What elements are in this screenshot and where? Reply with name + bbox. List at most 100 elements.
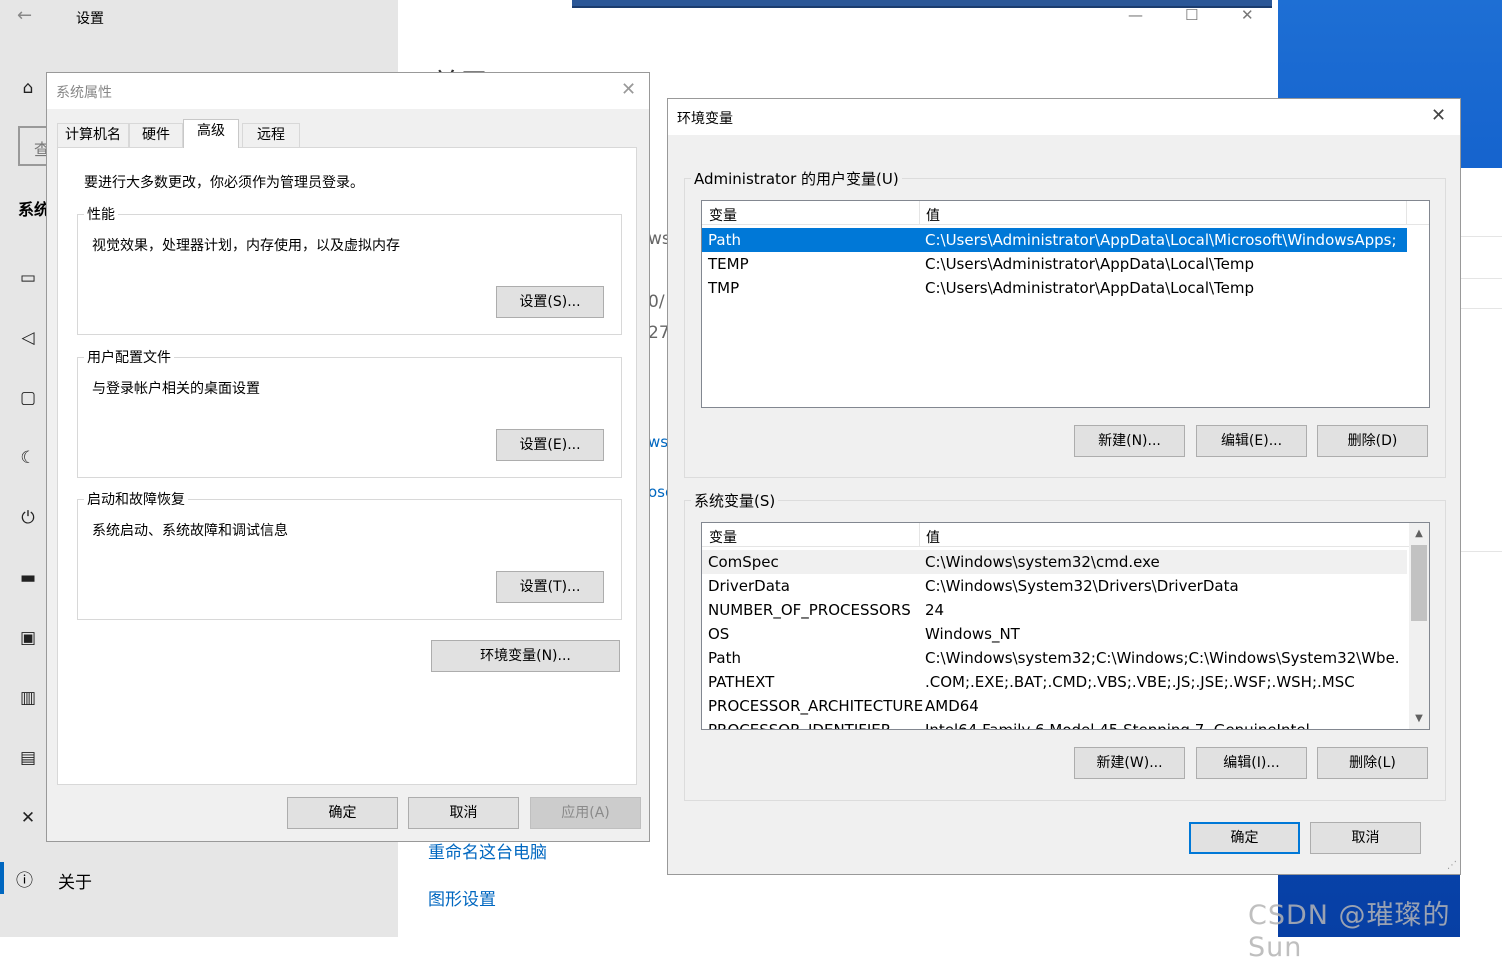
- performance-settings-button[interactable]: 设置(S)...: [496, 286, 604, 318]
- environment-variables-button[interactable]: 环境变量(N)...: [431, 640, 620, 672]
- variable-name: PROCESSOR_ARCHITECTURE: [708, 697, 924, 715]
- admin-note: 要进行大多数更改，你必须作为管理员登录。: [84, 175, 364, 191]
- user-new-button[interactable]: 新建(N)...: [1074, 425, 1185, 457]
- system-delete-button[interactable]: 删除(L): [1317, 747, 1428, 779]
- column-header-variable[interactable]: 变量: [709, 205, 737, 225]
- vertical-scrollbar[interactable]: ▲ ▼: [1409, 523, 1429, 729]
- tab-advanced[interactable]: 高级: [183, 119, 239, 148]
- tablet-icon[interactable]: ▣: [16, 626, 40, 650]
- variable-value: .COM;.EXE;.BAT;.CMD;.VBS;.VBE;.JS;.JSE;.…: [925, 673, 1355, 691]
- settings-search-input[interactable]: 查: [18, 126, 50, 166]
- column-header-variable[interactable]: 变量: [709, 527, 737, 547]
- display-icon[interactable]: ▭: [16, 266, 40, 290]
- column-divider[interactable]: [919, 523, 920, 547]
- group-label: 用户配置文件: [84, 347, 174, 367]
- shared-experiences-icon[interactable]: ✕: [16, 806, 40, 830]
- system-edit-button[interactable]: 编辑(I)...: [1196, 747, 1307, 779]
- link-fragment[interactable]: ws: [648, 433, 668, 451]
- column-divider[interactable]: [1406, 201, 1407, 225]
- multitasking-icon[interactable]: ▥: [16, 686, 40, 710]
- text-fragment: 0/: [648, 292, 665, 312]
- table-row[interactable]: PROCESSOR_IDENTIFIER Intel64 Family 6 Mo…: [702, 718, 1407, 730]
- table-row[interactable]: PATHEXT .COM;.EXE;.BAT;.CMD;.VBS;.VBE;.J…: [702, 670, 1407, 694]
- system-variables-group: 系统变量(S) 变量 值 ComSpec C:\Windows\system32…: [684, 490, 1446, 801]
- variable-name: ComSpec: [708, 553, 779, 571]
- selected-indicator: [0, 862, 4, 894]
- watermark: CSDN @璀璨的Sun: [1248, 900, 1451, 963]
- table-row[interactable]: OS Windows_NT: [702, 622, 1407, 646]
- advanced-tab-panel: 要进行大多数更改，你必须作为管理员登录。 性能 视觉效果，处理器计划，内存使用，…: [57, 147, 637, 785]
- ok-button[interactable]: 确定: [287, 797, 398, 829]
- variable-name: OS: [708, 625, 730, 643]
- list-header: 变量 值: [702, 201, 1429, 225]
- sidebar-item-about[interactable]: ⓘ 关于: [0, 862, 398, 894]
- column-header-value[interactable]: 值: [926, 527, 940, 547]
- storage-icon[interactable]: ▬: [16, 566, 40, 590]
- user-variables-group: Administrator 的用户变量(U) 变量 值 Path C:\User…: [684, 168, 1446, 478]
- variable-name: TMP: [708, 279, 740, 297]
- cancel-button[interactable]: 取消: [1310, 822, 1421, 854]
- close-icon[interactable]: ✕: [1431, 105, 1446, 126]
- table-row[interactable]: Path C:\Windows\system32;C:\Windows;C:\W…: [702, 646, 1407, 670]
- notifications-icon[interactable]: ▢: [16, 386, 40, 410]
- variable-value: 24: [925, 601, 945, 619]
- table-row[interactable]: NUMBER_OF_PROCESSORS 24: [702, 598, 1407, 622]
- dialog-title: 环境变量: [677, 111, 733, 127]
- user-profiles-settings-button[interactable]: 设置(E)...: [496, 429, 604, 461]
- tab-computer-name[interactable]: 计算机名: [57, 123, 129, 147]
- group-description: 与登录帐户相关的桌面设置: [92, 381, 260, 397]
- sound-icon[interactable]: ◁: [16, 326, 40, 350]
- scrollbar-thumb[interactable]: [1411, 545, 1427, 621]
- group-description: 视觉效果，处理器计划，内存使用，以及虚拟内存: [92, 238, 400, 254]
- table-row[interactable]: DriverData C:\Windows\System32\Drivers\D…: [702, 574, 1407, 598]
- performance-group: 性能 视觉效果，处理器计划，内存使用，以及虚拟内存 设置(S)...: [77, 204, 622, 335]
- settings-titlebar: ← 设置: [0, 0, 398, 36]
- variable-name: TEMP: [708, 255, 749, 273]
- table-row[interactable]: TEMP C:\Users\Administrator\AppData\Loca…: [702, 252, 1407, 276]
- column-divider[interactable]: [919, 201, 920, 225]
- variable-value: Windows_NT: [925, 625, 1020, 643]
- back-arrow-icon[interactable]: ←: [17, 5, 32, 26]
- resize-grip-icon[interactable]: ⋰: [1447, 860, 1457, 871]
- tab-remote[interactable]: 远程: [242, 123, 300, 147]
- user-edit-button[interactable]: 编辑(E)...: [1196, 425, 1307, 457]
- power-icon[interactable]: ⏻: [16, 506, 40, 530]
- scroll-down-icon[interactable]: ▼: [1409, 710, 1429, 727]
- maximize-icon[interactable]: ☐: [1185, 6, 1198, 24]
- projecting-icon[interactable]: ▤: [16, 746, 40, 770]
- column-header-value[interactable]: 值: [926, 205, 940, 225]
- table-row[interactable]: TMP C:\Users\Administrator\AppData\Local…: [702, 276, 1407, 300]
- variable-name: NUMBER_OF_PROCESSORS: [708, 601, 911, 619]
- minimize-icon[interactable]: —: [1128, 6, 1143, 24]
- variable-name: PROCESSOR_IDENTIFIER: [708, 721, 892, 730]
- startup-recovery-settings-button[interactable]: 设置(T)...: [496, 571, 604, 603]
- environment-variables-dialog: 环境变量 ✕ Administrator 的用户变量(U) 变量 值 Path …: [667, 98, 1461, 875]
- variable-value: C:\Windows\system32\cmd.exe: [925, 553, 1160, 571]
- scroll-up-icon[interactable]: ▲: [1409, 525, 1429, 542]
- variable-value: C:\Users\Administrator\AppData\Local\Mic…: [925, 231, 1397, 249]
- focus-assist-icon[interactable]: ☾: [16, 446, 40, 470]
- ok-button[interactable]: 确定: [1189, 822, 1300, 854]
- variable-name: DriverData: [708, 577, 790, 595]
- info-icon: ⓘ: [16, 871, 33, 891]
- system-variables-list[interactable]: 变量 值 ComSpec C:\Windows\system32\cmd.exe…: [701, 522, 1430, 730]
- startup-recovery-group: 启动和故障恢复 系统启动、系统故障和调试信息 设置(T)...: [77, 489, 622, 620]
- close-icon[interactable]: ✕: [621, 79, 636, 100]
- graphics-settings-link[interactable]: 图形设置: [428, 885, 496, 910]
- dialog-titlebar: 系统属性 ✕: [47, 73, 649, 109]
- variable-value: AMD64: [925, 697, 979, 715]
- user-profiles-group: 用户配置文件 与登录帐户相关的桌面设置 设置(E)...: [77, 347, 622, 478]
- tab-hardware[interactable]: 硬件: [129, 123, 183, 147]
- system-new-button[interactable]: 新建(W)...: [1074, 747, 1185, 779]
- table-row[interactable]: PROCESSOR_ARCHITECTURE AMD64: [702, 694, 1407, 718]
- user-variables-list[interactable]: 变量 值 Path C:\Users\Administrator\AppData…: [701, 200, 1430, 408]
- table-row[interactable]: Path C:\Users\Administrator\AppData\Loca…: [702, 228, 1407, 252]
- user-delete-button[interactable]: 删除(D): [1317, 425, 1428, 457]
- table-row[interactable]: ComSpec C:\Windows\system32\cmd.exe: [702, 550, 1407, 574]
- group-description: 系统启动、系统故障和调试信息: [92, 523, 288, 539]
- apply-button[interactable]: 应用(A): [530, 797, 641, 829]
- sidebar-item-label: 关于: [58, 873, 92, 893]
- home-icon[interactable]: ⌂: [16, 76, 40, 100]
- close-icon[interactable]: ✕: [1241, 6, 1254, 24]
- cancel-button[interactable]: 取消: [408, 797, 519, 829]
